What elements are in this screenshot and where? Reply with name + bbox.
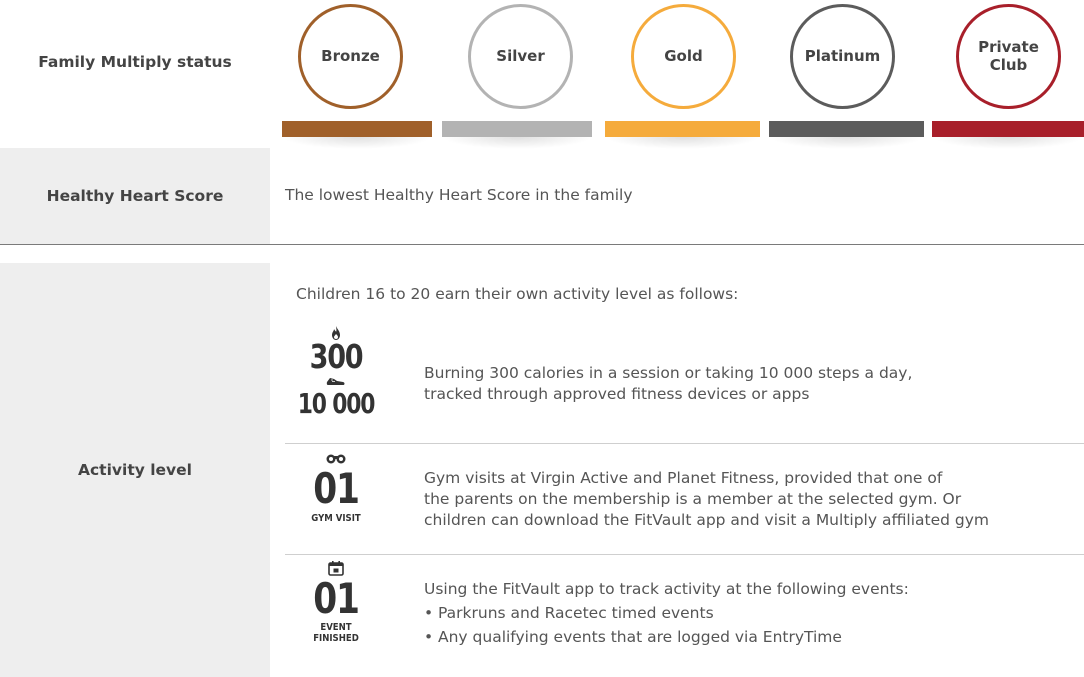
row-divider — [285, 554, 1084, 555]
tier-bronze-label: Bronze — [321, 46, 380, 65]
event-list-item: Any qualifying events that are logged vi… — [424, 627, 909, 648]
tier-silver-bar — [442, 121, 592, 137]
description-line: children can download the FitVault app a… — [424, 511, 990, 529]
tier-private-club-circle: Private Club — [956, 4, 1061, 109]
event-finished-description: Using the FitVault app to track activity… — [424, 579, 909, 648]
tier-private-club-label: Private Club — [978, 38, 1039, 74]
calories-value: 300 — [309, 337, 364, 376]
description-line: Burning 300 calories in a session or tak… — [424, 364, 913, 382]
bar-shadow — [769, 137, 924, 149]
event-list-item: Parkruns and Racetec timed events — [424, 603, 909, 624]
description-line: tracked through approved fitness devices… — [424, 385, 810, 403]
tier-bronze-circle: Bronze — [298, 4, 403, 109]
status-label: Family Multiply status — [0, 0, 270, 124]
gym-visit-metric: 01 GYM VISIT — [286, 452, 386, 525]
tier-gold-circle: Gold — [631, 4, 736, 109]
row-divider — [285, 443, 1084, 444]
gym-visit-value: 01 — [313, 464, 360, 513]
tier-gold-bar — [605, 121, 760, 137]
tier-silver-circle: Silver — [468, 4, 573, 109]
calories-steps-metric: 300 10 000 — [286, 326, 386, 418]
activity-level-label: Activity level — [0, 263, 270, 677]
bar-shadow — [605, 137, 760, 149]
section-divider — [0, 244, 1084, 245]
tier-gold-label: Gold — [664, 46, 703, 65]
calories-steps-description: Burning 300 calories in a session or tak… — [424, 363, 912, 405]
event-finished-metric: 01 EVENT FINISHED — [286, 560, 386, 645]
tier-private-club-bar — [932, 121, 1084, 137]
event-intro: Using the FitVault app to track activity… — [424, 580, 909, 598]
tier-platinum-circle: Platinum — [790, 4, 895, 109]
tier-silver-label: Silver — [496, 46, 545, 65]
heart-score-label: Healthy Heart Score — [0, 148, 270, 244]
gym-visit-description: Gym visits at Virgin Active and Planet F… — [424, 468, 989, 531]
steps-value: 10 000 — [297, 387, 376, 420]
heart-score-text: The lowest Healthy Heart Score in the fa… — [285, 186, 633, 204]
activity-intro: Children 16 to 20 earn their own activit… — [296, 285, 739, 303]
tier-platinum-bar — [769, 121, 924, 137]
description-line: the parents on the membership is a membe… — [424, 490, 962, 508]
bar-shadow — [282, 137, 432, 149]
event-list: Parkruns and Racetec timed events Any qu… — [424, 603, 909, 648]
tier-bronze-bar — [282, 121, 432, 137]
tier-platinum-label: Platinum — [804, 46, 881, 65]
bar-shadow — [442, 137, 592, 149]
event-finished-value: 01 — [313, 574, 360, 623]
bar-shadow — [932, 137, 1084, 149]
gym-visit-caption: GYM VISIT — [311, 513, 361, 524]
description-line: Gym visits at Virgin Active and Planet F… — [424, 469, 943, 487]
event-finished-caption-line2: FINISHED — [313, 632, 359, 644]
